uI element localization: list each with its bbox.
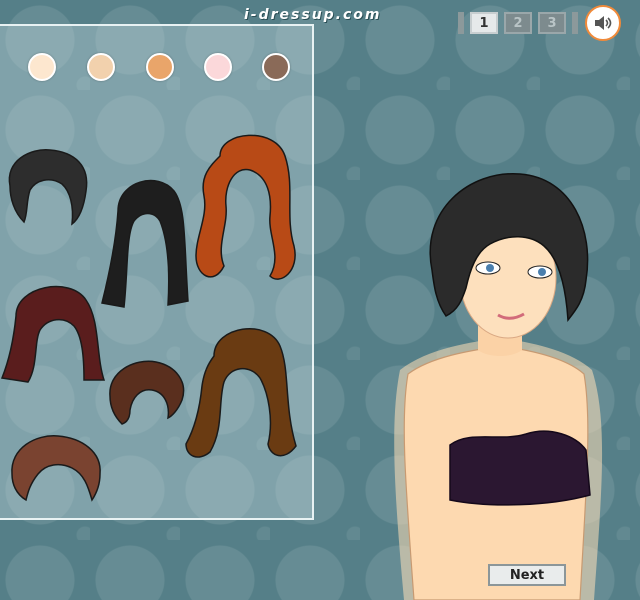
next-button[interactable]: Next <box>488 564 566 586</box>
hair-color-swatch-3[interactable] <box>146 53 174 81</box>
hair-color-swatch-5[interactable] <box>262 53 290 81</box>
doll-bandeau-top <box>449 430 591 506</box>
hairstyle-option-5[interactable] <box>104 356 188 426</box>
page-selector-edge-left <box>458 12 464 34</box>
hairstyle-option-1[interactable] <box>0 146 92 228</box>
page-button-1[interactable]: 1 <box>470 12 498 34</box>
page-button-3[interactable]: 3 <box>538 12 566 34</box>
hair-color-swatch-2[interactable] <box>87 53 115 81</box>
hairstyle-option-7[interactable] <box>6 430 106 502</box>
page-selector-edge-right <box>572 12 578 34</box>
doll-character <box>394 173 603 600</box>
hairstyle-option-3[interactable] <box>190 126 300 291</box>
doll-left-iris <box>486 264 494 272</box>
hair-color-swatch-4[interactable] <box>204 53 232 81</box>
hairstyle-option-2[interactable] <box>98 171 190 311</box>
page-button-2[interactable]: 2 <box>504 12 532 34</box>
doll-right-iris <box>538 268 546 276</box>
hairstyle-option-4[interactable] <box>0 276 108 386</box>
site-brand: i-dressup.com <box>244 7 382 23</box>
hair-color-swatch-1[interactable] <box>28 53 56 81</box>
hairstyle-panel <box>0 24 314 520</box>
speaker-icon <box>595 16 612 30</box>
page-selector: 1 2 3 <box>458 12 578 34</box>
sound-toggle-button[interactable] <box>585 5 621 41</box>
hairstyle-option-6[interactable] <box>184 316 300 466</box>
